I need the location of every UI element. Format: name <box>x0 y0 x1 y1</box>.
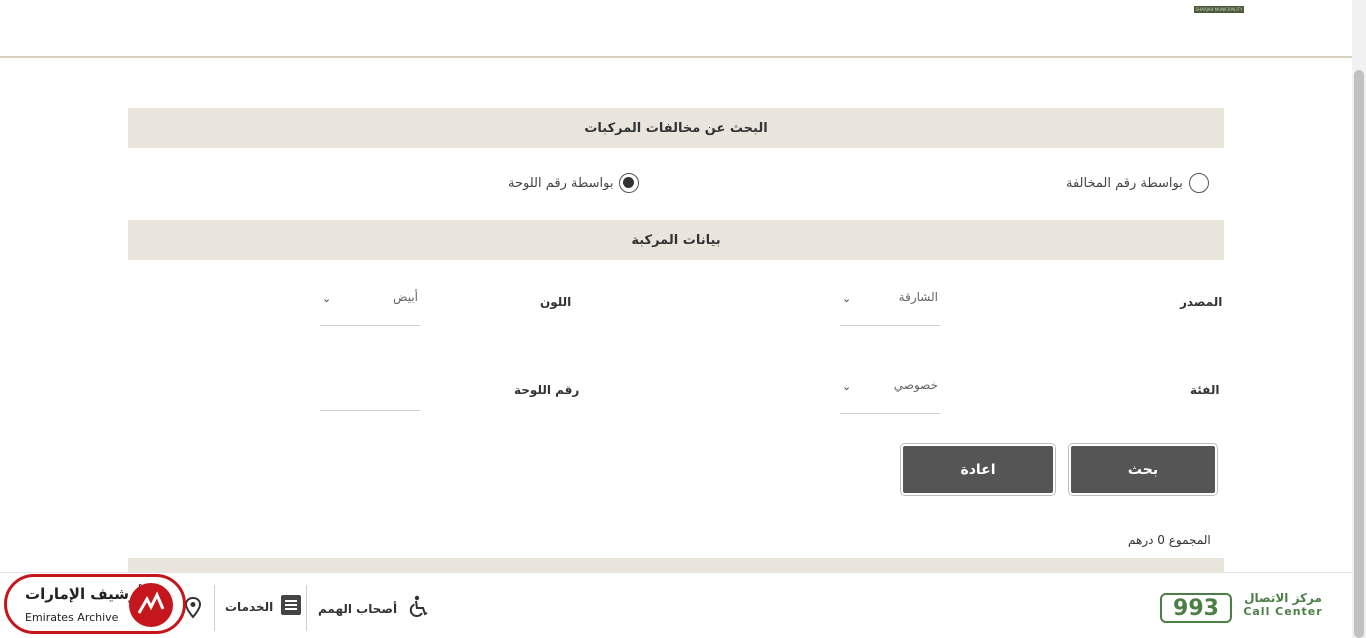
wheelchair-icon <box>407 595 431 622</box>
category-value: خصوصي <box>893 378 938 392</box>
people-of-determination-label: أصحاب الهمم <box>318 601 398 616</box>
radio-by-plate-number[interactable]: بواسطة رقم اللوحة <box>508 173 640 193</box>
chevron-down-icon: ⌄ <box>842 380 852 393</box>
search-section-title: البحث عن مخالفات المركبات <box>128 108 1224 148</box>
source-select[interactable]: الشارقة ⌄ <box>840 288 940 326</box>
total-amount: المجموع 0 درهم <box>1128 533 1211 547</box>
color-label: اللون <box>540 295 572 309</box>
radio-circle[interactable] <box>619 173 640 193</box>
top-header: SHARJAH MUNICIPALITY <box>0 0 1352 58</box>
source-label: المصدر <box>1180 295 1223 309</box>
services-link[interactable]: الخدمات <box>225 595 302 618</box>
location-pin-icon[interactable] <box>184 596 202 623</box>
radio-circle[interactable] <box>1188 173 1209 193</box>
scrollbar-thumb[interactable] <box>1354 70 1364 638</box>
color-select[interactable]: أبيض ⌄ <box>320 288 420 326</box>
source-value: الشارقة <box>898 290 938 304</box>
chevron-down-icon: ⌄ <box>842 292 852 305</box>
scrollbar[interactable] <box>1352 0 1366 638</box>
people-of-determination-link[interactable]: أصحاب الهمم <box>318 595 431 622</box>
footer-divider <box>214 585 215 631</box>
results-section-bar <box>128 558 1224 572</box>
radio-label: بواسطة رقم المخالفة <box>1066 175 1183 191</box>
call-center-number: 993 <box>1160 593 1232 623</box>
category-label: الفئة <box>1190 383 1220 397</box>
chevron-down-icon: ⌄ <box>322 292 332 305</box>
archive-arabic-text: أرشيف الإمارات <box>25 585 143 603</box>
emirates-archive-badge: أرشيف الإمارات Emirates Archive <box>4 574 186 634</box>
call-center-english: Call Center <box>1243 605 1323 618</box>
vehicle-section-title: بيانات المركبة <box>128 220 1224 260</box>
menu-list-icon <box>281 595 302 618</box>
reset-button[interactable]: اعادة <box>901 444 1055 495</box>
archive-logo-icon <box>129 583 173 627</box>
radio-label: بواسطة رقم اللوحة <box>508 175 614 191</box>
search-button[interactable]: بحث <box>1069 444 1217 495</box>
archive-english-text: Emirates Archive <box>25 611 119 624</box>
services-label: الخدمات <box>225 599 274 614</box>
radio-by-violation-number[interactable]: بواسطة رقم المخالفة <box>1066 173 1209 193</box>
plate-number-label: رقم اللوحة <box>514 383 580 397</box>
category-select[interactable]: خصوصي ⌄ <box>840 376 940 414</box>
footer-divider <box>306 585 307 631</box>
footer: 993 مركز الاتصال Call Center أصحاب الهمم… <box>0 572 1352 638</box>
call-center-text: مركز الاتصال Call Center <box>1238 591 1328 618</box>
call-center-arabic: مركز الاتصال <box>1244 591 1322 605</box>
color-value: أبيض <box>393 290 418 304</box>
plate-number-input[interactable] <box>320 376 420 411</box>
municipality-logo[interactable]: SHARJAH MUNICIPALITY <box>1194 6 1244 13</box>
call-center[interactable]: 993 مركز الاتصال Call Center <box>1158 585 1328 629</box>
